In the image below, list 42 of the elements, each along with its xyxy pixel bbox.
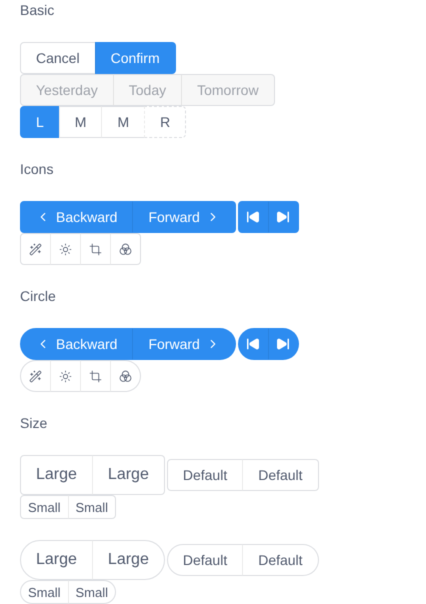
sun-button[interactable] [50,360,81,392]
group-button[interactable]: Large [92,455,165,495]
group-button[interactable]: Cancel [20,42,96,74]
crop-icon [89,242,102,256]
group-button[interactable]: Default [242,544,319,576]
group-button[interactable]: R [144,106,186,138]
magic-wand-button[interactable] [20,360,51,392]
sun-button[interactable] [50,233,81,265]
overlapping-circles-button[interactable] [110,233,141,265]
skip-forward-icon [276,210,290,224]
sun-icon [59,242,72,256]
section-title: Basic [20,1,54,20]
overlapping-circles-icon [119,242,132,256]
skip-back-button[interactable] [238,328,269,360]
section-title: Circle [20,287,56,306]
crop-icon [89,370,102,382]
magic-wand-icon [29,242,42,256]
group-button[interactable]: Default [166,544,244,576]
group-button[interactable]: Small [68,580,116,604]
group-button[interactable]: Large [20,455,93,495]
skip-back-button[interactable] [238,201,269,233]
group-button[interactable]: Small [20,580,69,604]
magic-wand-icon [29,370,42,382]
group-button[interactable]: Small [68,495,116,519]
group-button[interactable]: Default [242,459,319,491]
overlapping-circles-button[interactable] [110,360,141,392]
skip-back-icon [246,210,260,224]
overlapping-circles-icon [119,370,132,382]
sun-icon [59,370,72,382]
group-button[interactable]: Large [92,540,165,580]
skip-back-icon [246,337,260,351]
group-button[interactable]: Default [166,459,244,491]
section-title: Icons [20,160,54,179]
group-button[interactable]: Large [20,540,93,580]
group-button[interactable]: Small [20,495,69,519]
group-button[interactable]: M [58,106,102,138]
skip-forward-icon [276,337,290,351]
section-title: Size [20,414,48,433]
skip-forward-button[interactable] [268,328,299,360]
group-button[interactable]: M [101,106,146,138]
skip-forward-button[interactable] [268,201,299,233]
magic-wand-button[interactable] [20,233,51,265]
